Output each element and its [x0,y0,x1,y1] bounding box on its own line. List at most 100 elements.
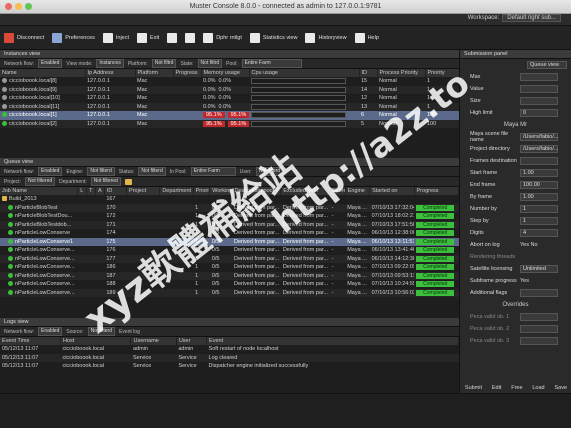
queue-column-header[interactable]: L [77,187,88,195]
submission-field-input[interactable]: /Users/fabio/... [520,133,558,141]
pool-select[interactable]: Entire Farm [241,59,302,68]
engine-select[interactable]: Not filterd [87,167,115,176]
minimize-window-icon[interactable] [15,3,22,10]
submission-field-input[interactable]: 1.00 [520,193,558,201]
workspace-select[interactable]: Default right sub... [502,14,561,22]
toolbar-button-2[interactable]: Inject [102,32,129,43]
toolbar-button-8[interactable]: Historyview [305,32,347,43]
toolbar-button-0[interactable]: Disconnect [4,32,44,43]
instance-row[interactable]: ciccioboook.local[1] 127.0.0.1 Mac 95.1% 95.… [0,111,459,120]
source-select[interactable]: Not filterd [87,327,116,336]
toolbar-button-5[interactable] [185,32,196,43]
logs-column-header[interactable]: Event Time [0,337,61,345]
toolbar-button-3[interactable]: Exit [137,32,159,43]
submission-button-load[interactable]: Load [532,385,544,391]
submission-button-submit[interactable]: Submit [465,385,482,391]
submission-field-input[interactable]: 1.00 [520,169,558,177]
submission-field-input[interactable] [520,85,558,93]
submission-button-save[interactable]: Save [554,385,567,391]
toolbar-button-6[interactable]: Dphr rntlgt [203,32,242,43]
override-input[interactable] [520,325,558,333]
queue-column-header[interactable]: T [86,187,96,195]
submission-field-input[interactable] [520,97,558,105]
folder-icon[interactable] [124,178,132,185]
submission-field-input[interactable] [520,157,558,165]
log-row[interactable]: 05/12/13 11:07 ciccioboook.local Service Se… [0,353,459,362]
toolbar-button-4[interactable] [167,32,178,43]
additional-flags-field[interactable] [520,289,558,297]
department-select[interactable]: Not filtered [90,177,121,186]
view-mode-select[interactable]: Instances [96,59,124,68]
logs-column-header[interactable]: Host [60,337,132,345]
log-row[interactable]: 05/12/13 11:07 ciccioboook.local admin admi… [0,345,459,354]
queue-column-header[interactable]: Started on [369,187,415,195]
override-input[interactable] [520,337,558,345]
job-row[interactable]: nParticleLowConserve... 176 1 0/5 Derived fr… [0,246,459,255]
job-row[interactable]: nParticleBlobTestdob... 171 1 0/5 Derived fr… [0,220,459,229]
instance-row[interactable]: ciccioboook.local[8] 127.0.0.1 Mac 0.0% 0.0%… [0,77,459,86]
instances-column-header[interactable]: Ip Address [85,69,136,77]
submission-field-input[interactable]: /Users/fabio/... [520,145,558,153]
submission-field-input[interactable]: 0 [520,109,558,117]
job-row[interactable]: nParticleBlobTestDou... 172 1 0/5 Derived fr… [0,212,459,221]
toolbar-button-1[interactable]: Preferences [52,32,95,43]
instances-column-header[interactable]: ID [359,69,378,77]
platform-select[interactable]: Not filtrd [151,59,177,68]
logs-column-header[interactable]: Event [206,337,459,345]
job-row[interactable]: nParticleLowConserve... 187 1 0/5 Derived fr… [0,271,459,280]
queue-column-header[interactable]: Job Name [0,187,79,195]
window-controls[interactable] [5,3,32,10]
instances-column-header[interactable]: Memory usage [201,69,250,77]
queue-column-header[interactable]: Score [329,187,346,195]
job-row[interactable]: nParticleLowConserve... 186 1 0/5 Derived fr… [0,263,459,272]
in-pool-select[interactable]: Entire Farm [190,167,236,176]
toolbar-button-9[interactable]: Help [354,32,379,43]
network-flow-select[interactable]: Enabled [38,59,63,68]
submission-field-input[interactable]: 4 [520,229,558,237]
abort-no-radio[interactable]: No [531,242,538,248]
instance-row[interactable]: ciccioboook.local[9] 127.0.0.1 Mac 0.0% 0.0%… [0,85,459,94]
job-row[interactable]: nParticleLowConserve 174 1 0/5 Derived from … [0,229,459,238]
instances-column-header[interactable]: Platform [135,69,174,77]
user-select[interactable]: Not filterd [255,167,284,176]
queue-column-header[interactable]: Working nodes [209,187,233,195]
instance-row[interactable]: ciccioboook.local[2] 127.0.0.1 Mac 95.1% 95.… [0,119,459,128]
log-row[interactable]: 05/12/13 11:07 ciccioboook.local Service Se… [0,362,459,371]
logs-network-select[interactable]: Enabled [38,327,63,336]
project-select[interactable]: Not filtered [24,177,56,186]
instances-column-header[interactable]: Name [0,69,86,77]
queue-column-header[interactable]: A [95,187,105,195]
job-row[interactable]: nParticleLowConserve... 188 1 0/5 Derived fr… [0,280,459,289]
logs-column-header[interactable]: Username [130,337,177,345]
submission-field-input[interactable]: 100.00 [520,181,558,189]
close-window-icon[interactable] [5,3,12,10]
queue-column-header[interactable]: Progress [414,187,460,195]
queue-column-header[interactable]: ID [104,187,128,195]
queue-column-header[interactable]: Priority [193,187,211,195]
job-row[interactable]: nParticleBlobTest 170 1 0/5 Derived from par… [0,203,459,212]
queue-column-header[interactable]: Project [126,187,161,195]
instance-row[interactable]: ciccioboook.local[10] 127.0.0.1 Mac 0.0% 0.0… [0,94,459,103]
queue-column-header[interactable]: Excluded pool [280,187,331,195]
job-row[interactable]: nParticleLowConserve... 189 1 0/5 Derived fr… [0,288,459,297]
job-row[interactable]: nParticleLowConserve1 175 1 0/5 Derived from… [0,237,459,246]
instances-column-header[interactable]: Process Priority [377,69,426,77]
queue-column-header[interactable]: Destination pool [231,187,282,195]
submission-field-input[interactable]: 1 [520,217,558,225]
instances-column-header[interactable]: Progress [173,69,202,77]
job-row[interactable]: Build_2013 167 [0,195,459,204]
submission-button-free[interactable]: Free [511,385,522,391]
instance-row[interactable]: ciccioboook.local[11] 127.0.0.1 Mac 0.0% 0.0… [0,102,459,111]
override-input[interactable] [520,313,558,321]
satellite-select[interactable]: Unlimited [520,265,558,273]
queue-network-select[interactable]: Enabled [38,167,63,176]
instances-column-header[interactable]: Cpu usage [249,69,360,77]
submission-button-edit[interactable]: Edit [492,385,501,391]
state-select[interactable]: Not filtrd [197,59,223,68]
subframe-yes-radio[interactable]: Yes [520,278,529,284]
status-select[interactable]: Not filterd [138,167,166,176]
abort-yes-radio[interactable]: Yes [520,242,529,248]
queue-column-header[interactable]: Department [159,187,194,195]
job-row[interactable]: nParticleLowConserve... 177 1 0/5 Derived fr… [0,254,459,263]
logs-column-header[interactable]: User [176,337,208,345]
